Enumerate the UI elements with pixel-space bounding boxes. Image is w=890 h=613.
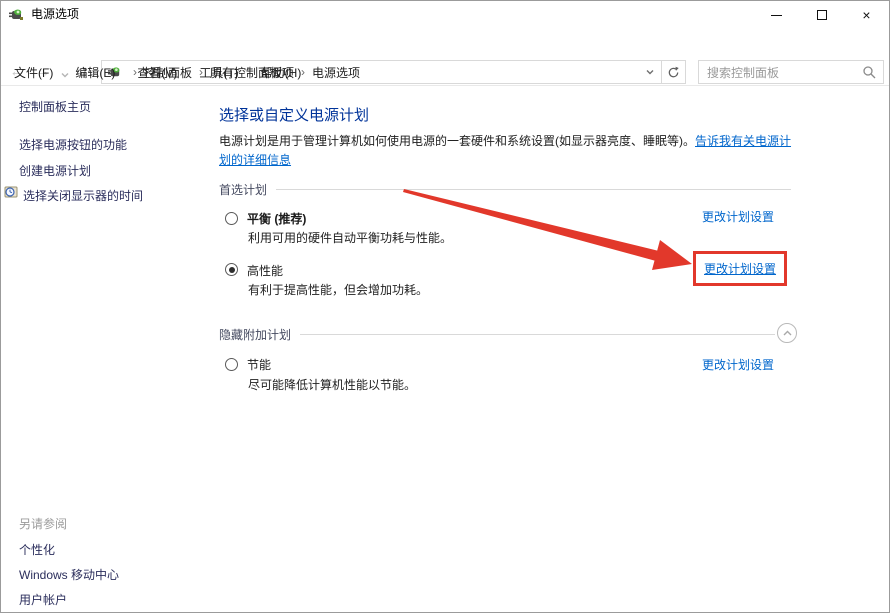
change-plan-settings-link-power-saver[interactable]: 更改计划设置 xyxy=(702,356,774,373)
window-controls: × xyxy=(754,1,889,29)
section-label: 隐藏附加计划 xyxy=(219,326,291,343)
sidebar-item-personalization[interactable]: 个性化 xyxy=(19,541,55,558)
minimize-icon xyxy=(771,15,782,16)
power-options-app-icon xyxy=(8,7,24,26)
menu-file[interactable]: 文件(F) xyxy=(10,62,57,83)
menu-tools[interactable]: 工具(T) xyxy=(195,62,242,83)
sidebar-item-display-off-time[interactable]: 选择关闭显示器的时间 xyxy=(23,187,143,204)
menu-help[interactable]: 帮助(H) xyxy=(257,62,306,83)
sidebar-item-user-accounts[interactable]: 用户帐户 xyxy=(19,591,67,608)
plan-desc-high-performance: 有利于提高性能，但会增加功耗。 xyxy=(248,281,428,298)
section-divider xyxy=(276,189,791,190)
close-icon: × xyxy=(862,8,870,22)
plan-name-power-saver[interactable]: 节能 xyxy=(247,356,271,373)
see-also-header: 另请参阅 xyxy=(19,515,67,532)
collapse-section-button[interactable] xyxy=(777,323,797,343)
menu-edit[interactable]: 编辑(E) xyxy=(71,62,119,83)
titlebar: 电源选项 × xyxy=(1,1,889,29)
minimize-button[interactable] xyxy=(754,1,799,29)
radio-high-performance[interactable] xyxy=(225,263,238,276)
sidebar-item-mobility-center[interactable]: Windows 移动中心 xyxy=(19,566,119,583)
window-title: 电源选项 xyxy=(31,1,79,27)
sidebar-item-create-plan[interactable]: 创建电源计划 xyxy=(19,162,91,179)
close-button[interactable]: × xyxy=(844,1,889,29)
navigation-bar: ← → ↑ › 控制面板 › 所有控制面板项 › 电源选项 xyxy=(1,29,889,59)
intro-paragraph: 电源计划是用于管理计算机如何使用电源的一套硬件和系统设置(如显示器亮度、睡眠等)… xyxy=(219,132,797,170)
maximize-icon xyxy=(817,10,827,20)
section-additional-plans: 隐藏附加计划 xyxy=(219,326,775,343)
plan-desc-balanced: 利用可用的硬件自动平衡功耗与性能。 xyxy=(248,229,452,246)
annotation-highlight-box: 更改计划设置 xyxy=(693,251,787,286)
section-divider xyxy=(300,334,775,335)
maximize-button[interactable] xyxy=(799,1,844,29)
section-preferred-plans: 首选计划 xyxy=(219,181,791,198)
sidebar-item-control-panel-home[interactable]: 控制面板主页 xyxy=(19,98,91,115)
intro-text: 电源计划是用于管理计算机如何使用电源的一套硬件和系统设置(如显示器亮度、睡眠等)… xyxy=(219,134,695,148)
change-plan-settings-link-balanced[interactable]: 更改计划设置 xyxy=(702,208,774,225)
plan-name-balanced[interactable]: 平衡 (推荐) xyxy=(247,210,306,227)
plan-desc-power-saver: 尽可能降低计算机性能以节能。 xyxy=(248,376,416,393)
menu-view[interactable]: 查看(V) xyxy=(133,62,181,83)
annotation-arrow xyxy=(1,1,890,613)
radio-balanced[interactable] xyxy=(225,212,238,225)
chevron-up-icon xyxy=(782,329,793,338)
page-title: 选择或自定义电源计划 xyxy=(219,104,369,125)
power-options-window: 电源选项 × ← → ↑ › 控制面板 xyxy=(0,0,890,613)
sidebar-item-power-buttons[interactable]: 选择电源按钮的功能 xyxy=(19,136,127,153)
menu-bar: 文件(F) 编辑(E) 查看(V) 工具(T) 帮助(H) xyxy=(1,59,889,86)
radio-power-saver[interactable] xyxy=(225,358,238,371)
section-label: 首选计划 xyxy=(219,181,267,198)
change-plan-settings-link-high-performance[interactable]: 更改计划设置 xyxy=(704,262,776,276)
plan-name-high-performance[interactable]: 高性能 xyxy=(247,262,283,279)
display-off-time-icon xyxy=(4,185,19,203)
